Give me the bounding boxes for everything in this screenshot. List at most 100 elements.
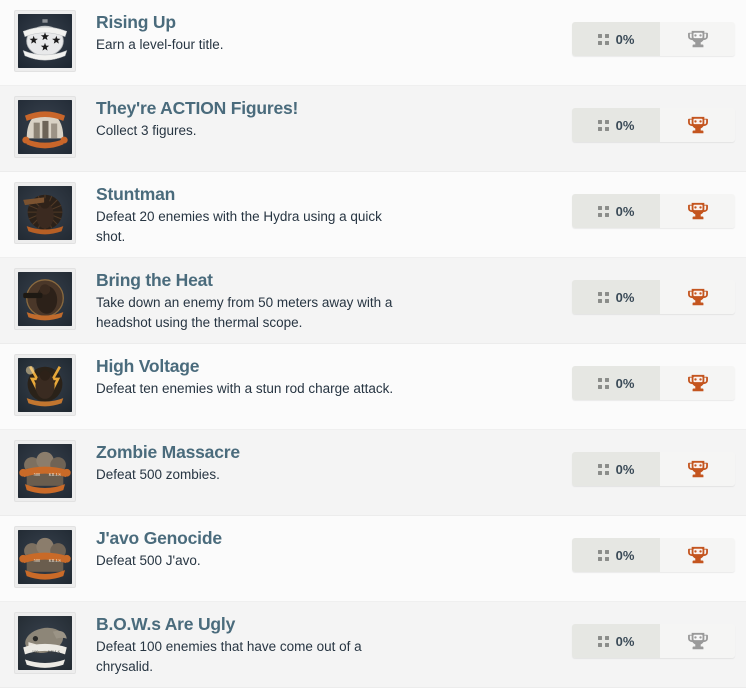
achievement-description: Defeat 20 enemies with the Hydra using a… [96,209,382,245]
progress-section[interactable]: 0% [572,22,660,56]
trophy-section[interactable] [660,280,735,314]
grid-dots-icon [597,205,609,217]
achievement-thumbnail: 500 KILLS [14,440,76,502]
achievement-description: Take down an enemy from 50 meters away w… [96,295,393,331]
achievement-description: Defeat 500 J'avo. [96,553,201,569]
grid-dots-icon [597,291,609,303]
achievement-row[interactable]: 500 KILLS J'avo Genocide Defeat 500 J'av… [0,516,746,602]
progress-section[interactable]: 0% [572,624,660,658]
grid-dots-icon [597,635,609,647]
trophy-icon [687,374,709,393]
achievement-title: B.O.W.s Are Ugly [96,614,236,634]
trophy-icon [687,30,709,49]
trophy-icon [687,546,709,565]
achievement-thumbnail [14,10,76,72]
achievement-thumbnail [14,354,76,416]
achievement-title: Bring the Heat [96,270,213,290]
achievement-thumbnail: 100 KILLS [14,612,76,674]
achievement-thumbnail: 500 KILLS [14,526,76,588]
trophy-icon [687,202,709,221]
progress-percent: 0% [615,461,635,477]
achievement-text: B.O.W.s Are Ugly Defeat 100 enemies that… [76,602,496,678]
achievement-text: Bring the Heat Take down an enemy from 5… [76,258,496,334]
achievement-row[interactable]: Rising Up Earn a level-four title. 0% [0,0,746,86]
svg-text:KILLS: KILLS [48,472,61,477]
achievement-title: J'avo Genocide [96,528,222,548]
achievement-row[interactable]: 100 KILLS B.O.W.s Are Ugly Defeat 100 en… [0,602,746,688]
grid-dots-icon [597,377,609,389]
svg-text:KILLS: KILLS [48,649,61,654]
achievement-progress-badge[interactable]: 0% [572,108,735,142]
progress-percent: 0% [615,31,635,47]
achievement-thumbnail [14,182,76,244]
progress-percent: 0% [615,203,635,219]
progress-section[interactable]: 0% [572,366,660,400]
achievement-row[interactable]: 500 KILLS Zombie Massacre Defeat 500 zom… [0,430,746,516]
achievement-title: High Voltage [96,356,200,376]
achievement-progress-badge[interactable]: 0% [572,624,735,658]
achievement-progress-badge[interactable]: 0% [572,538,735,572]
trophy-section[interactable] [660,624,735,658]
progress-percent: 0% [615,633,635,649]
trophy-section[interactable] [660,366,735,400]
lightning-character-crest-icon [18,358,72,412]
grid-dots-icon [597,33,609,45]
trophy-section[interactable] [660,538,735,572]
achievement-progress-badge[interactable]: 0% [572,22,735,56]
grid-dots-icon [597,463,609,475]
trophy-section[interactable] [660,108,735,142]
sniper-character-crest-icon [18,272,72,326]
achievement-text: Zombie Massacre Defeat 500 zombies. [76,430,496,485]
progress-section[interactable]: 0% [572,108,660,142]
trophy-icon [687,116,709,135]
achievement-progress-badge[interactable]: 0% [572,366,735,400]
achievement-description: Collect 3 figures. [96,123,197,139]
progress-section[interactable]: 0% [572,194,660,228]
achievements-list: Rising Up Earn a level-four title. 0% Th… [0,0,746,688]
grid-dots-icon [597,119,609,131]
achievement-text: Stuntman Defeat 20 enemies with the Hydr… [76,172,496,248]
shotgun-character-crest-icon [18,186,72,240]
zombie-horde-crest-icon: 500 KILLS [18,444,72,498]
progress-percent: 0% [615,117,635,133]
progress-section[interactable]: 0% [572,452,660,486]
progress-percent: 0% [615,375,635,391]
achievement-text: Rising Up Earn a level-four title. [76,0,496,55]
javo-horde-crest-icon: 500 KILLS [18,530,72,584]
progress-percent: 0% [615,547,635,563]
achievement-text: J'avo Genocide Defeat 500 J'avo. [76,516,496,571]
trophy-section[interactable] [660,194,735,228]
achievement-description: Defeat 500 zombies. [96,467,220,483]
achievement-progress-badge[interactable]: 0% [572,280,735,314]
trophy-section[interactable] [660,22,735,56]
achievement-progress-badge[interactable]: 0% [572,452,735,486]
svg-text:500: 500 [34,558,41,563]
achievement-title: Stuntman [96,184,176,204]
trophy-section[interactable] [660,452,735,486]
svg-text:KILLS: KILLS [48,558,61,563]
three-stars-emblem-icon [18,14,72,68]
grid-dots-icon [597,549,609,561]
achievement-progress-badge[interactable]: 0% [572,194,735,228]
progress-percent: 0% [615,289,635,305]
achievement-row[interactable]: Stuntman Defeat 20 enemies with the Hydr… [0,172,746,258]
achievement-title: Zombie Massacre [96,442,240,462]
bow-creature-crest-icon: 100 KILLS [18,616,72,670]
svg-text:500: 500 [34,472,41,477]
three-figures-crest-icon [18,100,72,154]
progress-section[interactable]: 0% [572,280,660,314]
trophy-icon [687,288,709,307]
achievement-title: Rising Up [96,12,176,32]
achievement-title: They're ACTION Figures! [96,98,299,118]
achievement-description: Defeat ten enemies with a stun rod charg… [96,381,394,397]
achievement-row[interactable]: Bring the Heat Take down an enemy from 5… [0,258,746,344]
achievement-thumbnail [14,268,76,330]
achievement-row[interactable]: High Voltage Defeat ten enemies with a s… [0,344,746,430]
svg-text:100: 100 [32,649,39,654]
trophy-icon [687,632,709,651]
achievement-text: They're ACTION Figures! Collect 3 figure… [76,86,496,141]
achievement-description: Earn a level-four title. [96,37,224,53]
trophy-icon [687,460,709,479]
progress-section[interactable]: 0% [572,538,660,572]
achievement-row[interactable]: They're ACTION Figures! Collect 3 figure… [0,86,746,172]
